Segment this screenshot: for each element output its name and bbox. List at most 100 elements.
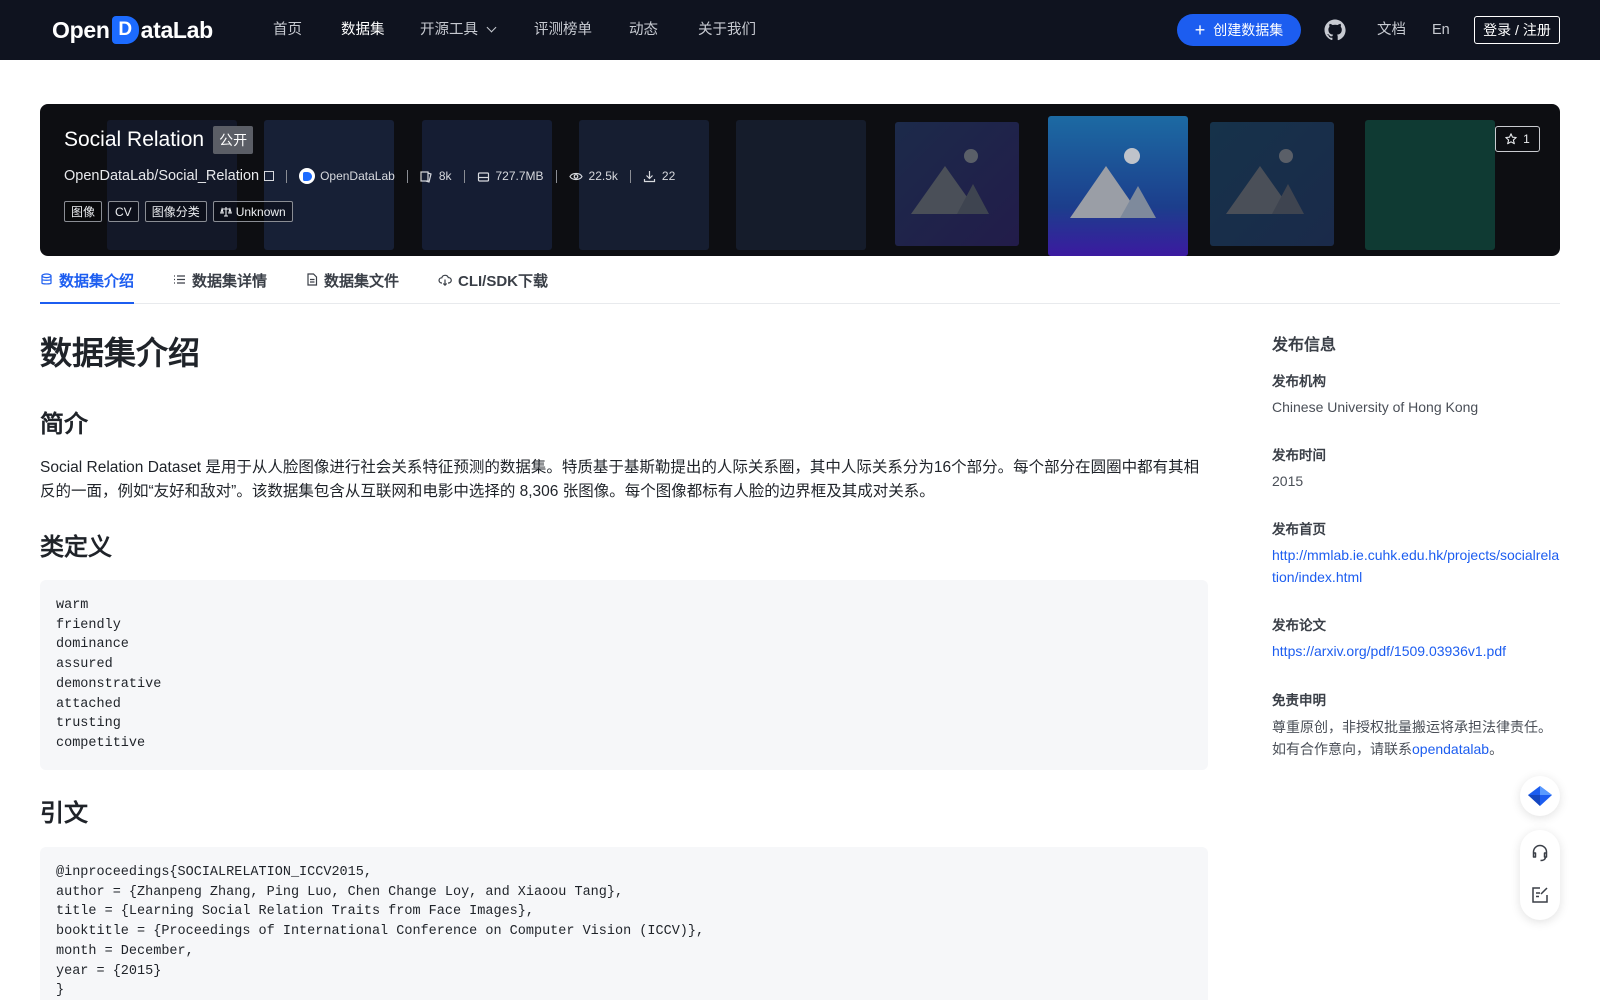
preview-thumbnail[interactable] (1210, 122, 1334, 246)
view-count-value: 22.5k (588, 169, 618, 183)
nav-open-source-tools-label: 开源工具 (420, 22, 478, 38)
tab-cli-sdk[interactable]: CLI/SDK下载 (438, 268, 548, 304)
nav-leaderboard[interactable]: 评测榜单 (534, 20, 592, 40)
opendatalab-logo[interactable]: Open D ataLab (52, 15, 213, 45)
disclaimer-line-1: 尊重原创，非授权批量搬运将承担法律责任。 (1272, 719, 1552, 735)
image-placeholder-icon (1226, 149, 1304, 214)
headset-icon (1532, 844, 1548, 862)
file-count: 8k (420, 169, 452, 183)
nav-open-source-tools[interactable]: 开源工具 (420, 20, 497, 40)
nav-home[interactable]: 首页 (273, 20, 302, 40)
classes-heading: 类定义 (40, 534, 112, 561)
nav-datasets[interactable]: 数据集 (341, 20, 385, 40)
preview-thumbnail-active[interactable] (1048, 116, 1188, 256)
logo-text-right: ataLab (140, 16, 214, 43)
create-dataset-button[interactable]: + 创建数据集 (1177, 14, 1301, 46)
top-navbar: Open D ataLab 首页 数据集 开源工具 评测榜单 动态 关于我们 +… (0, 0, 1600, 60)
tab-introduction-label: 数据集介绍 (59, 273, 135, 290)
tab-details[interactable]: 数据集详情 (173, 268, 267, 304)
disclaimer-text: 尊重原创，非授权批量搬运将承担法律责任。 如有合作意向，请联系opendatal… (1272, 716, 1562, 760)
github-icon[interactable] (1323, 18, 1347, 42)
page-title: 数据集介绍 (40, 335, 201, 371)
storage-icon (477, 171, 489, 182)
diamond-logo-icon (1528, 786, 1552, 806)
dataset-tags: 图像 CV 图像分类 Unknown (64, 201, 293, 222)
assistant-button[interactable] (1520, 776, 1560, 816)
plus-icon: + (1194, 20, 1206, 40)
divider (286, 169, 288, 183)
disclaimer-contact-text: 如有合作意向，请联系 (1272, 741, 1412, 757)
tag-license[interactable]: Unknown (212, 201, 293, 222)
dataset-meta: OpenDataLab/Social_Relation OpenDataLab … (64, 164, 675, 188)
preview-thumbnail[interactable] (1365, 120, 1495, 250)
dataset-title-row: Social Relation 公开 (64, 126, 254, 154)
copy-icon[interactable] (264, 171, 275, 181)
eye-icon (568, 172, 583, 180)
license-label: Unknown (235, 204, 286, 219)
nav-news[interactable]: 动态 (629, 20, 658, 40)
publish-time-value: 2015 (1272, 473, 1304, 489)
paper-link[interactable]: https://arxiv.org/pdf/1509.03936v1.pdf (1272, 640, 1562, 662)
org-name: OpenDataLab (320, 169, 395, 183)
star-button[interactable]: 1 (1495, 126, 1540, 152)
citation-code-block: @inproceedings{SOCIALRELATION_ICCV2015, … (40, 847, 1208, 1000)
cloud-download-icon (438, 274, 452, 286)
star-count: 1 (1523, 132, 1530, 146)
visibility-badge: 公开 (213, 126, 254, 154)
nav-about[interactable]: 关于我们 (698, 20, 756, 40)
homepage-link[interactable]: http://mmlab.ie.cuhk.edu.hk/projects/soc… (1272, 544, 1562, 588)
database-icon (41, 273, 52, 285)
nav-docs[interactable]: 文档 (1377, 20, 1406, 40)
chevron-down-icon (486, 22, 497, 33)
preview-thumbnail[interactable] (736, 120, 866, 250)
paper-label: 发布论文 (1272, 618, 1326, 633)
intro-paragraph: Social Relation Dataset 是用于从人脸图像进行社会关系特征… (40, 459, 1200, 500)
opendatalab-contact-link[interactable]: opendatalab (1412, 741, 1489, 757)
dataset-size-value: 727.7MB (495, 169, 544, 183)
scale-icon (219, 207, 232, 217)
download-count-value: 22 (661, 169, 676, 183)
dataset-path: OpenDataLab/Social_Relation (64, 168, 260, 184)
dataset-size: 727.7MB (477, 169, 544, 183)
disclaimer-label: 免责申明 (1272, 693, 1326, 708)
login-register-button[interactable]: 登录 / 注册 (1474, 16, 1560, 44)
divider (555, 169, 557, 183)
tab-details-label: 数据集详情 (192, 273, 268, 290)
tag-domain[interactable]: CV (108, 201, 139, 222)
logo-text-left: Open (52, 16, 110, 43)
logo-mark: D (111, 16, 139, 44)
org-link[interactable]: OpenDataLab (299, 168, 395, 184)
tab-introduction[interactable]: 数据集介绍 (40, 268, 135, 304)
divider (463, 169, 465, 183)
tab-files[interactable]: 数据集文件 (306, 268, 399, 304)
tab-cli-sdk-label: CLI/SDK下载 (458, 273, 549, 290)
download-count: 22 (643, 169, 675, 183)
edit-note-icon (1532, 887, 1548, 903)
classes-code-block: warm friendly dominance assured demonstr… (40, 580, 1208, 770)
download-icon (643, 170, 655, 182)
customer-service-button[interactable] (1520, 833, 1560, 873)
tag-task[interactable]: 图像分类 (144, 201, 207, 222)
star-icon (1505, 133, 1517, 145)
image-placeholder-icon (911, 149, 989, 214)
dataset-title: Social Relation (64, 128, 205, 151)
image-placeholder-icon (1070, 148, 1156, 218)
divider (406, 169, 408, 183)
file-icon (307, 273, 318, 286)
files-icon (420, 170, 432, 183)
citation-heading: 引文 (40, 800, 88, 827)
disclaimer-line-2: 如有合作意向，请联系opendatalab。 (1272, 738, 1562, 760)
language-switch[interactable]: En (1432, 20, 1450, 40)
publish-time-label: 发布时间 (1272, 448, 1326, 463)
tag-modality[interactable]: 图像 (64, 201, 103, 222)
publish-info-title: 发布信息 (1272, 337, 1337, 354)
dataset-tabs: 数据集介绍 数据集详情 数据集文件 CLI/SDK下载 (40, 268, 1560, 304)
dataset-banner: Social Relation 公开 OpenDataLab/Social_Re… (40, 104, 1560, 256)
homepage-label: 发布首页 (1272, 522, 1326, 537)
intro-heading: 简介 (40, 411, 88, 438)
create-dataset-label: 创建数据集 (1213, 22, 1284, 38)
preview-thumbnail[interactable] (895, 122, 1019, 246)
floating-toolbar (1520, 830, 1560, 920)
feedback-button[interactable] (1520, 875, 1560, 915)
view-count: 22.5k (568, 169, 618, 183)
